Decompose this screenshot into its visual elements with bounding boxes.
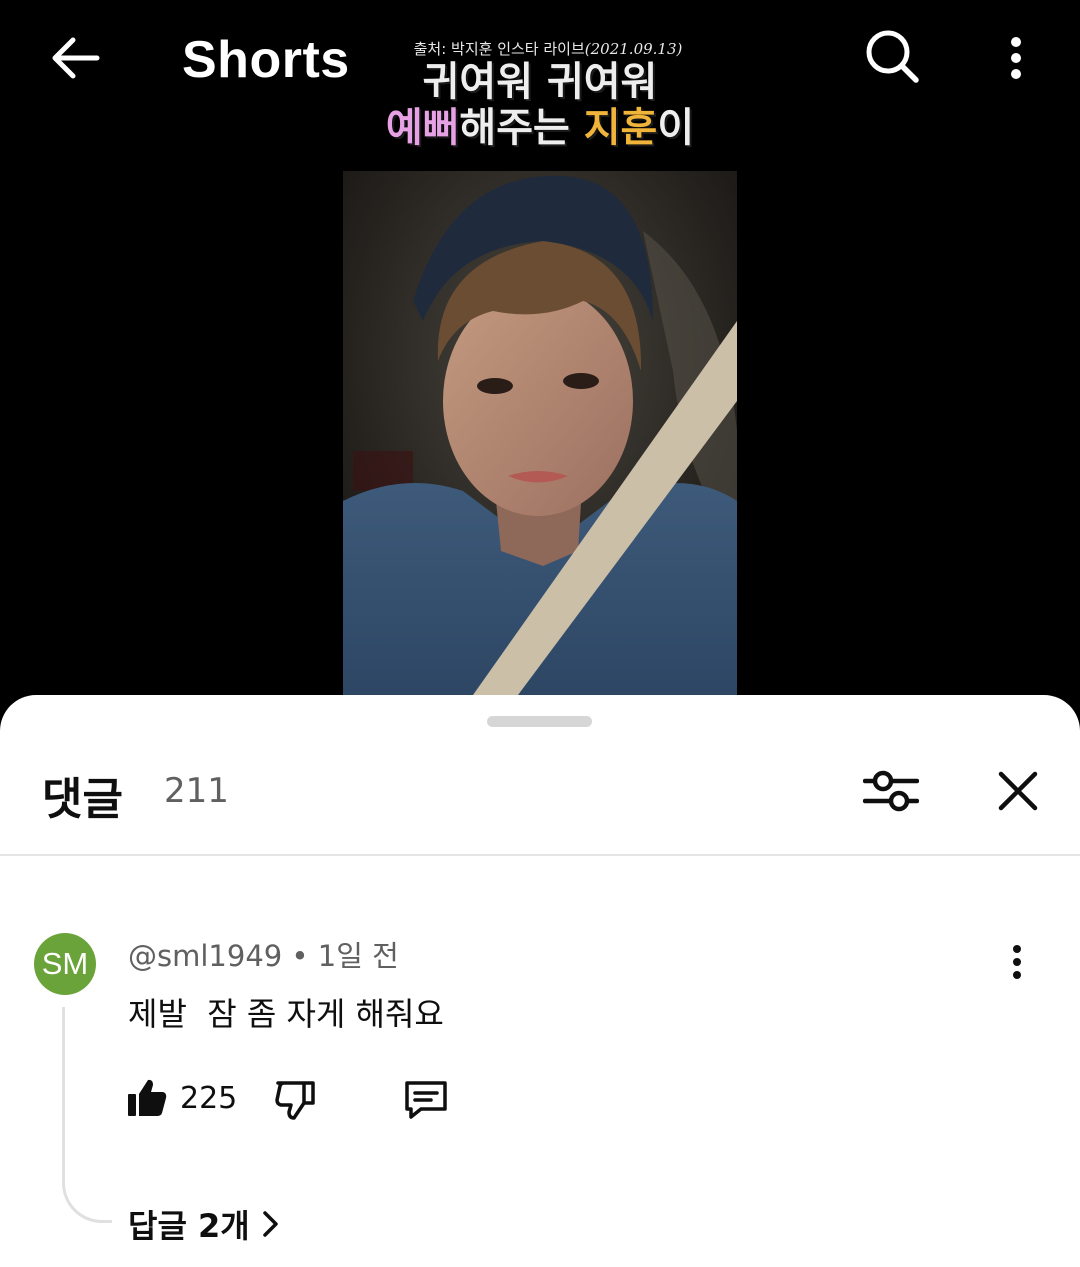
caption-source-text: 출처: 박지훈 인스타 라이브	[413, 40, 585, 58]
search-button[interactable]	[858, 22, 926, 90]
like-button[interactable]	[126, 1073, 170, 1123]
reply-button[interactable]	[400, 1075, 452, 1125]
sort-filter-button[interactable]	[858, 761, 924, 821]
comment-meta: @sml1949 • 1일 전	[128, 933, 399, 975]
comment-text: 제발 잠 좀 자게 해줘요	[128, 995, 444, 1033]
caption-source: 출처: 박지훈 인스타 라이브(2021.09.13)	[356, 38, 740, 59]
thread-connector-line	[62, 1007, 112, 1223]
headline-line-1: 귀여워 귀여워	[422, 59, 658, 105]
comment-reply-icon	[405, 1081, 447, 1119]
dislike-button[interactable]	[270, 1075, 320, 1125]
headline-pink-text: 예뻐	[385, 105, 460, 151]
replies-label: 답글 2개	[128, 1207, 250, 1245]
chevron-right-icon	[262, 1211, 278, 1237]
comment-time: 1일 전	[317, 939, 399, 973]
more-vertical-icon	[1013, 945, 1021, 979]
headline-gold-text: 지훈	[583, 105, 658, 151]
back-button[interactable]	[40, 28, 110, 88]
like-count: 225	[180, 1081, 238, 1116]
caption-date: (2021.09.13)	[584, 40, 683, 58]
avatar[interactable]: SM	[34, 933, 96, 995]
page-title: Shorts	[182, 31, 350, 89]
comments-sheet: 댓글 211 SM @sml1949 • 1일 전 제발 잠 좀 자게 해줘요 …	[0, 695, 1080, 1267]
comments-count: 211	[164, 771, 229, 811]
headline-line-2: 예뻐해주는 지훈이	[340, 105, 740, 151]
headline-end-text: 이	[657, 105, 695, 151]
more-options-button[interactable]	[990, 26, 1042, 90]
comments-title: 댓글	[42, 774, 123, 825]
close-comments-button[interactable]	[990, 761, 1046, 821]
arrow-left-icon	[52, 37, 100, 79]
close-icon	[998, 771, 1038, 811]
video-frame-image	[343, 171, 737, 695]
shorts-top-bar: Shorts 출처: 박지훈 인스타 라이브(2021.09.13) 귀여워 귀…	[0, 0, 1080, 151]
header-divider	[0, 854, 1080, 856]
caption-headline: 귀여워 귀여워 예뻐해주는 지훈이	[340, 59, 740, 151]
more-vertical-icon	[1011, 37, 1021, 79]
sliders-icon	[863, 770, 919, 812]
comment-more-button[interactable]	[998, 937, 1036, 987]
thumbs-up-filled-icon	[128, 1079, 167, 1116]
video-player[interactable]	[343, 171, 737, 695]
view-replies-link[interactable]: 답글 2개	[128, 1201, 280, 1247]
search-icon	[866, 30, 919, 83]
headline-mid-text: 해주는	[459, 105, 584, 151]
comment-author[interactable]: @sml1949	[128, 939, 282, 973]
meta-separator: •	[282, 939, 318, 973]
drag-handle[interactable]	[487, 716, 592, 727]
thumbs-down-icon	[275, 1081, 315, 1120]
video-caption-overlay: 출처: 박지훈 인스타 라이브(2021.09.13) 귀여워 귀여워 예뻐해주…	[340, 38, 740, 151]
